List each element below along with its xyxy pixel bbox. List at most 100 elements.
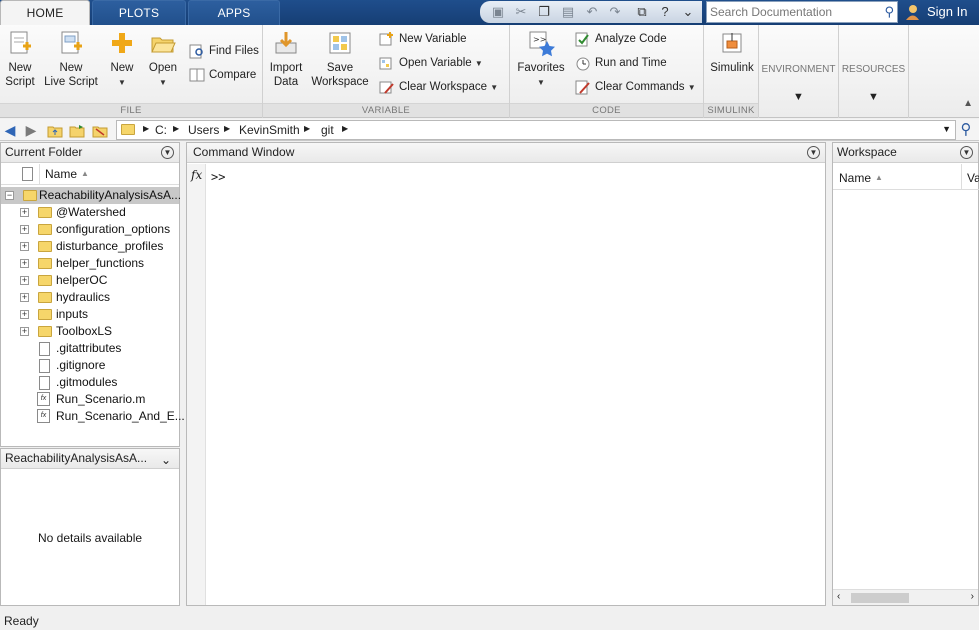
m-file-row[interactable]: fx Run_Scenario.m <box>1 391 179 408</box>
up-folder-icon[interactable] <box>47 122 63 138</box>
details-message: No details available <box>37 531 143 545</box>
file-row[interactable]: .gitignore <box>1 357 179 374</box>
scroll-right-icon[interactable]: › <box>971 591 974 602</box>
simulink-button[interactable]: Simulink <box>707 29 757 75</box>
favorites-icon: >> <box>529 31 555 57</box>
new-script-button[interactable]: New Script <box>3 29 37 89</box>
folder-row[interactable]: + ToolboxLS <box>1 323 179 340</box>
expand-icon[interactable]: + <box>20 327 29 336</box>
help-icon[interactable]: ? <box>657 4 673 20</box>
folder-name: @Watershed <box>56 205 126 219</box>
folder-row[interactable]: + hydraulics <box>1 289 179 306</box>
cut-icon[interactable]: ✂ <box>513 4 529 20</box>
import-data-button[interactable]: Import Data <box>267 29 305 89</box>
folder-settings-icon[interactable] <box>92 122 108 138</box>
workspace-column-header[interactable]: Name ▲ Va <box>833 164 979 190</box>
chevron-down-icon[interactable]: ⌄ <box>161 451 171 470</box>
run-and-time-button[interactable]: Run and Time <box>575 53 667 73</box>
find-files-button[interactable]: Find Files <box>189 41 259 61</box>
new-variable-button[interactable]: New Variable <box>379 29 467 49</box>
command-gutter <box>187 164 206 605</box>
collapse-toolstrip-icon[interactable]: ▲ <box>963 98 973 109</box>
redo-icon[interactable]: ↷ <box>607 4 623 20</box>
expand-icon[interactable]: + <box>20 276 29 285</box>
compare-button[interactable]: Compare <box>189 65 256 85</box>
compare-icon <box>189 68 205 82</box>
tree-root-row[interactable]: − ReachabilityAnalysisAsA... <box>1 187 181 204</box>
paste-icon[interactable]: ▤ <box>560 4 576 20</box>
save-workspace-button[interactable]: Save Workspace <box>309 29 371 89</box>
scroll-left-icon[interactable]: ‹ <box>837 591 840 602</box>
expand-icon[interactable]: + <box>20 293 29 302</box>
path-field[interactable]: ▶ C: ▶ Users ▶ KevinSmith ▶ git ▶ ▼ <box>116 120 956 140</box>
new-variable-icon <box>379 32 393 46</box>
clear-workspace-button[interactable]: Clear Workspace ▼ <box>379 77 498 97</box>
chevron-down-icon: ▼ <box>118 78 126 87</box>
path-dropdown-icon[interactable]: ▼ <box>942 124 951 134</box>
folder-name: ToolboxLS <box>56 324 113 338</box>
expand-icon[interactable]: + <box>20 208 29 217</box>
search-icon[interactable]: ⚲ <box>884 4 894 20</box>
new-live-script-button[interactable]: New Live Script <box>42 29 100 89</box>
environment-section[interactable]: ENVIRONMENT ▼ <box>759 25 839 118</box>
expand-icon[interactable]: + <box>20 242 29 251</box>
folder-row[interactable]: + @Watershed <box>1 204 179 221</box>
path-segment[interactable]: KevinSmith <box>239 123 300 137</box>
panel-menu-icon[interactable]: ▼ <box>161 146 174 159</box>
folder-name: inputs <box>56 307 89 321</box>
path-segment[interactable]: git <box>321 123 334 137</box>
back-icon[interactable]: ◀ <box>2 122 18 138</box>
file-section-label: FILE <box>0 103 262 117</box>
open-button[interactable]: Open ▼ <box>146 29 180 90</box>
expand-icon[interactable]: + <box>20 225 29 234</box>
switch-windows-icon[interactable]: ⧉ <box>634 4 650 20</box>
favorites-button[interactable]: >> Favorites ▼ <box>516 29 566 90</box>
file-icon <box>39 342 50 356</box>
command-window-title: Command Window ▼ <box>187 143 825 163</box>
analyze-code-button[interactable]: Analyze Code <box>575 29 667 49</box>
folder-row[interactable]: + configuration_options <box>1 221 179 238</box>
command-window-panel: Command Window ▼ fx >> <box>186 142 826 606</box>
open-variable-button[interactable]: Open Variable ▼ <box>379 53 483 73</box>
file-icon <box>39 376 50 390</box>
forward-icon[interactable]: ▶ <box>23 122 39 138</box>
m-file-row[interactable]: fx Run_Scenario_And_E... <box>1 408 185 425</box>
resources-section[interactable]: RESOURCES ▼ <box>839 25 909 118</box>
column-header[interactable]: Name ▲ <box>1 164 179 185</box>
folder-name: hydraulics <box>56 290 111 304</box>
collapse-icon[interactable]: − <box>5 191 14 200</box>
workspace-panel: Workspace ▼ Name ▲ Va ‹ › <box>832 142 979 606</box>
expand-icon[interactable]: + <box>20 259 29 268</box>
user-icon[interactable] <box>903 3 921 21</box>
chevron-down-icon[interactable]: ⌄ <box>680 4 696 20</box>
tab-plots[interactable]: PLOTS <box>92 0 186 25</box>
path-segment[interactable]: C: <box>155 123 167 137</box>
clear-commands-button[interactable]: Clear Commands ▼ <box>575 77 696 97</box>
panel-menu-icon[interactable]: ▼ <box>807 146 820 159</box>
copy-icon[interactable]: ❐ <box>536 4 552 20</box>
undo-icon[interactable]: ↶ <box>584 4 600 20</box>
folder-name: disturbance_profiles <box>56 239 164 253</box>
tab-home[interactable]: HOME <box>0 0 90 25</box>
folder-row[interactable]: + disturbance_profiles <box>1 238 179 255</box>
horizontal-scrollbar[interactable]: ‹ › <box>833 589 978 605</box>
sign-in-link[interactable]: Sign In <box>927 0 967 25</box>
search-input[interactable] <box>710 5 878 19</box>
folder-row[interactable]: + helper_functions <box>1 255 179 272</box>
scrollbar-thumb[interactable] <box>851 593 909 603</box>
file-row[interactable]: .gitmodules <box>1 374 179 391</box>
file-row[interactable]: .gitattributes <box>1 340 179 357</box>
function-browser-icon[interactable]: fx <box>191 168 202 182</box>
new-button[interactable]: New ▼ <box>106 29 138 90</box>
command-prompt[interactable]: >> <box>211 170 225 184</box>
folder-row[interactable]: + inputs <box>1 306 179 323</box>
folder-row[interactable]: + helperOC <box>1 272 179 289</box>
tab-apps[interactable]: APPS <box>188 0 280 25</box>
expand-icon[interactable]: + <box>20 310 29 319</box>
path-segment[interactable]: Users <box>188 123 219 137</box>
panel-menu-icon[interactable]: ▼ <box>960 146 973 159</box>
search-folder-icon[interactable]: ⚲ <box>958 122 974 138</box>
resources-label: RESOURCES <box>841 64 906 75</box>
browse-folder-icon[interactable] <box>69 122 85 138</box>
save-icon[interactable]: ▣ <box>490 4 506 20</box>
